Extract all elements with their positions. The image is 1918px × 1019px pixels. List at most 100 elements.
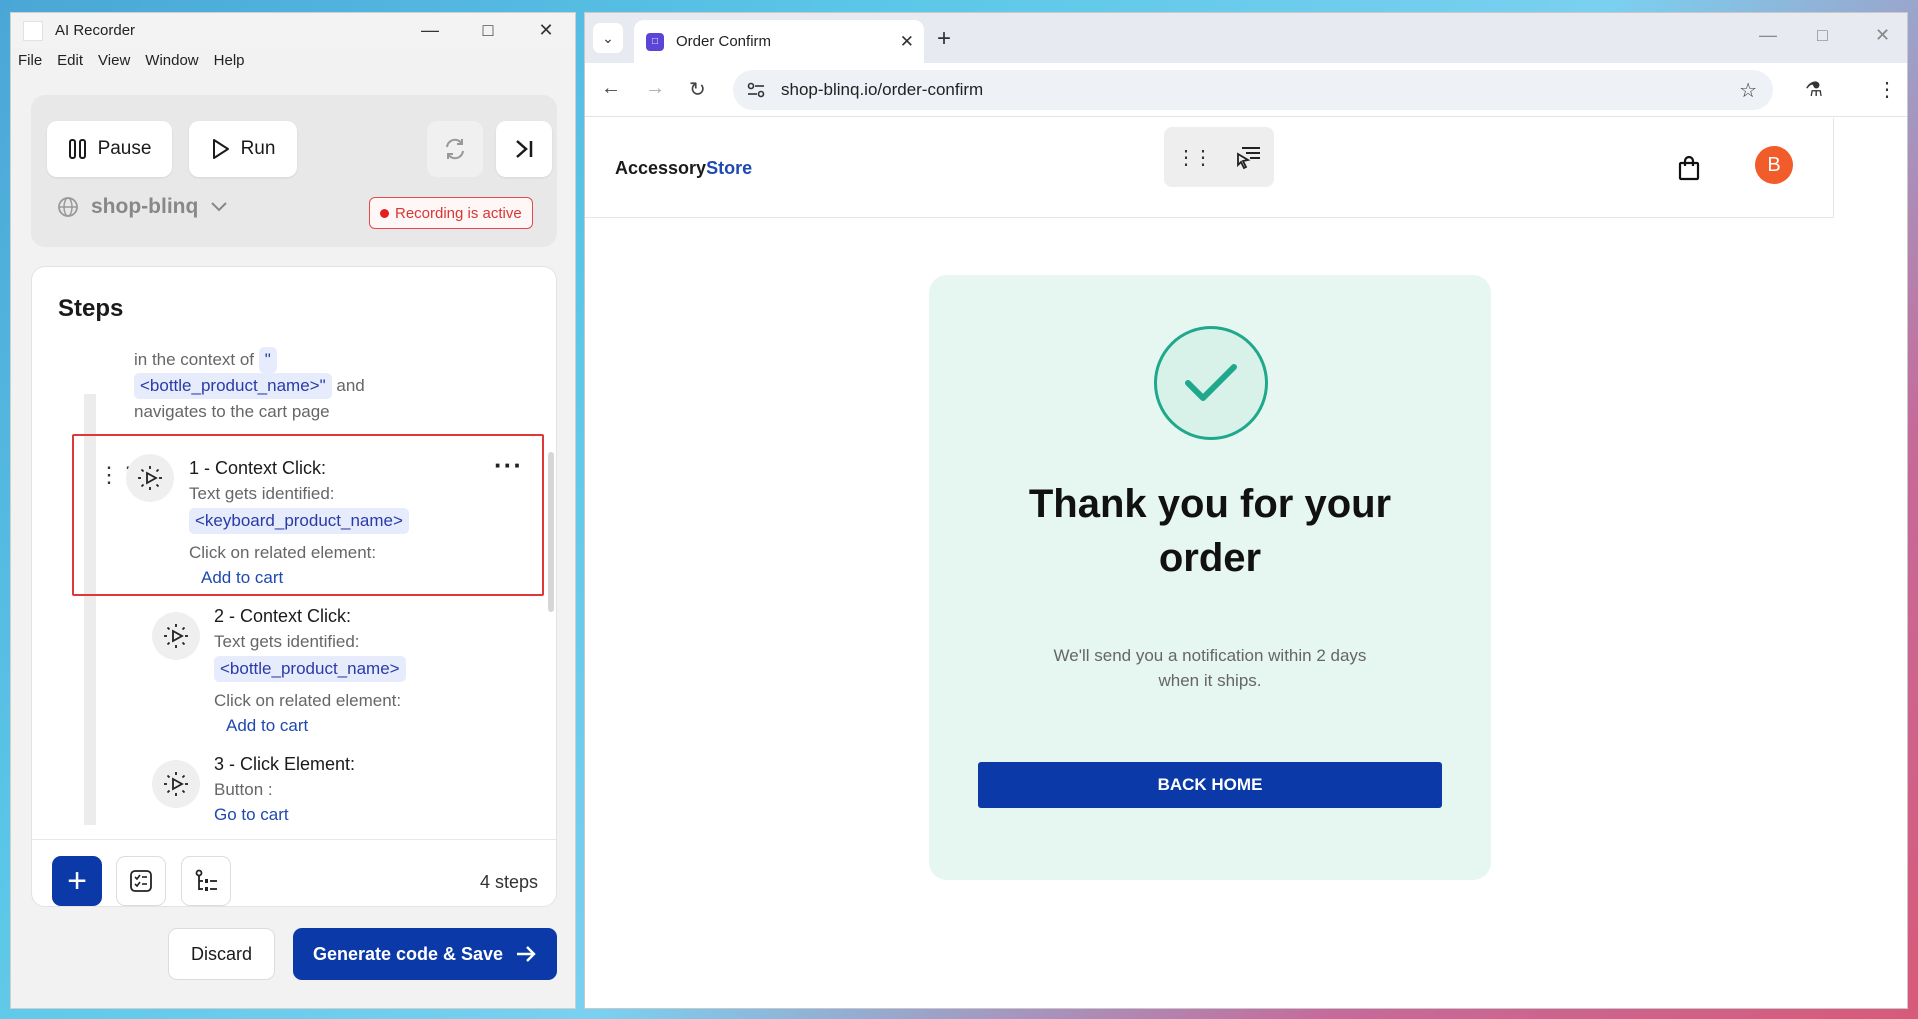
logo-part1: Accessory: [615, 158, 707, 178]
browser-toolbar: ← → ↻ shop-blinq.io/order-confirm ☆ ⚗ ⋮: [585, 63, 1907, 117]
forward-icon[interactable]: →: [645, 77, 665, 100]
step-3-heading: 3 - Click Element:: [214, 754, 356, 774]
shipping-notification-text: We'll send you a notification within 2 d…: [1053, 646, 1367, 690]
step-1-body: 1 - Context Click: Text gets identified:…: [189, 456, 409, 590]
context-prefix: in the context of: [134, 350, 255, 369]
step-3-link[interactable]: Go to cart: [214, 802, 355, 825]
logo-part2: Store: [706, 158, 753, 178]
close-icon[interactable]: ✕: [517, 13, 575, 48]
sync-button[interactable]: [427, 121, 483, 177]
store-header: AccessoryStore ⋮⋮ B: [585, 118, 1834, 218]
step-2-body: 2 - Context Click: Text gets identified:…: [214, 604, 406, 738]
steps-scrollbar[interactable]: [548, 452, 554, 612]
steps-list[interactable]: in the context of " <bottle_product_name…: [32, 347, 556, 825]
back-home-button[interactable]: BACK HOME: [978, 762, 1442, 808]
skip-end-icon: [516, 140, 533, 158]
favicon-icon: □: [646, 32, 664, 51]
recording-dot-icon: [380, 208, 389, 218]
tab-search-button[interactable]: ⌄: [593, 23, 623, 53]
tree-list-button[interactable]: [181, 856, 231, 906]
step-1-link[interactable]: Add to cart: [201, 565, 409, 590]
tab-strip: ⌄ □ Order Confirm ✕ + — □ ✕: [585, 13, 1907, 63]
recording-status-badge: Recording is active: [369, 197, 533, 229]
chevron-down-icon: [211, 202, 228, 212]
sync-icon: [446, 138, 464, 160]
step-1-line1: Text gets identified:: [189, 484, 335, 503]
tab-close-icon[interactable]: ✕: [900, 32, 914, 52]
pause-label: Pause: [97, 138, 152, 159]
back-icon[interactable]: ←: [601, 77, 621, 100]
site-settings-icon: [747, 82, 765, 98]
site-name: shop-blinq: [91, 195, 199, 218]
discard-button[interactable]: Discard: [168, 928, 275, 980]
step-3-body: 3 - Click Element: Button : Go to cart: [214, 752, 355, 825]
click-element-icon: [152, 760, 200, 808]
tab-title: Order Confirm: [676, 33, 772, 50]
step-2-line1: Text gets identified:: [214, 632, 360, 651]
browser-maximize-icon[interactable]: □: [1817, 25, 1828, 46]
tab-order-confirm[interactable]: □ Order Confirm ✕: [634, 20, 924, 63]
generate-label: Generate code & Save: [312, 943, 504, 964]
context-description: in the context of " <bottle_product_name…: [134, 347, 414, 424]
url-text: shop-blinq.io/order-confirm: [781, 80, 984, 99]
checklist-icon: [130, 870, 152, 892]
step-3-line1: Button :: [214, 780, 273, 799]
run-button[interactable]: Run: [189, 121, 297, 177]
play-icon: [212, 139, 229, 159]
address-bar[interactable]: shop-blinq.io/order-confirm ☆: [733, 70, 1773, 110]
menu-help[interactable]: Help: [214, 52, 245, 69]
new-tab-button[interactable]: +: [937, 25, 951, 53]
menu-file[interactable]: File: [18, 52, 42, 69]
pause-button[interactable]: Pause: [47, 121, 172, 177]
step-item-2[interactable]: 2 - Context Click: Text gets identified:…: [72, 604, 544, 744]
context-quote: ": [258, 347, 277, 373]
menu-window[interactable]: Window: [145, 52, 198, 69]
context-tag: <bottle_product_name>": [134, 373, 332, 399]
steps-panel: Steps in the context of " <bottle_produc…: [31, 266, 557, 907]
browser-close-icon[interactable]: ✕: [1875, 25, 1890, 46]
labs-flask-icon[interactable]: ⚗: [1805, 77, 1823, 102]
chevron-down-icon: ⌄: [602, 29, 614, 46]
app-icon: [23, 20, 43, 41]
minimize-icon[interactable]: —: [401, 13, 459, 48]
browser-window: ⌄ □ Order Confirm ✕ + — □ ✕ ← → ↻ shop-b…: [584, 12, 1908, 1009]
window-title: AI Recorder: [55, 22, 136, 39]
skip-to-end-button[interactable]: [496, 121, 552, 177]
pause-icon: [68, 139, 86, 159]
site-selector[interactable]: shop-blinq: [57, 195, 228, 219]
run-label: Run: [240, 138, 276, 159]
step-2-link[interactable]: Add to cart: [226, 713, 406, 738]
menu-view[interactable]: View: [98, 52, 130, 69]
shopping-bag-icon[interactable]: [1678, 155, 1700, 181]
context-click-icon: [126, 454, 174, 502]
recorder-titlebar: AI Recorder — □ ✕: [11, 13, 575, 48]
reload-icon[interactable]: ↻: [689, 77, 706, 102]
order-confirmation-card: Thank you for your order We'll send you …: [929, 275, 1491, 880]
store-logo[interactable]: AccessoryStore: [615, 158, 752, 179]
step-1-tag: <keyboard_product_name>: [189, 508, 409, 534]
cursor-select-icon[interactable]: [1234, 144, 1262, 170]
checkmark-icon: [1154, 326, 1268, 440]
drag-grip-icon[interactable]: ⋮⋮: [1176, 145, 1213, 170]
generate-save-button[interactable]: Generate code & Save: [293, 928, 557, 980]
add-step-button[interactable]: +: [52, 856, 102, 906]
user-avatar[interactable]: B: [1755, 146, 1793, 184]
step-item-3[interactable]: 3 - Click Element: Button : Go to cart: [72, 752, 544, 825]
menu-edit[interactable]: Edit: [57, 52, 83, 69]
steps-footer: + 4 steps: [32, 839, 556, 906]
checklist-button[interactable]: [116, 856, 166, 906]
recorder-widget: ⋮⋮: [1164, 127, 1274, 187]
browser-minimize-icon[interactable]: —: [1759, 25, 1777, 46]
thank-you-heading: Thank you for your order: [1028, 482, 1392, 580]
bookmark-star-icon[interactable]: ☆: [1739, 78, 1757, 103]
recording-status-text: Recording is active: [395, 204, 522, 222]
more-options-icon[interactable]: ···: [494, 450, 523, 481]
maximize-icon[interactable]: □: [459, 13, 517, 48]
plus-icon: +: [67, 861, 87, 900]
menu-kebab-icon[interactable]: ⋮: [1877, 77, 1897, 102]
arrow-right-icon: [517, 946, 536, 962]
step-1-line2: Click on related element:: [189, 543, 377, 562]
tree-list-icon: [195, 869, 217, 891]
step-item-1[interactable]: ⋮⋮ 1 - Context Click: Text gets identifi…: [72, 434, 544, 596]
step-2-tag: <bottle_product_name>: [214, 656, 406, 682]
